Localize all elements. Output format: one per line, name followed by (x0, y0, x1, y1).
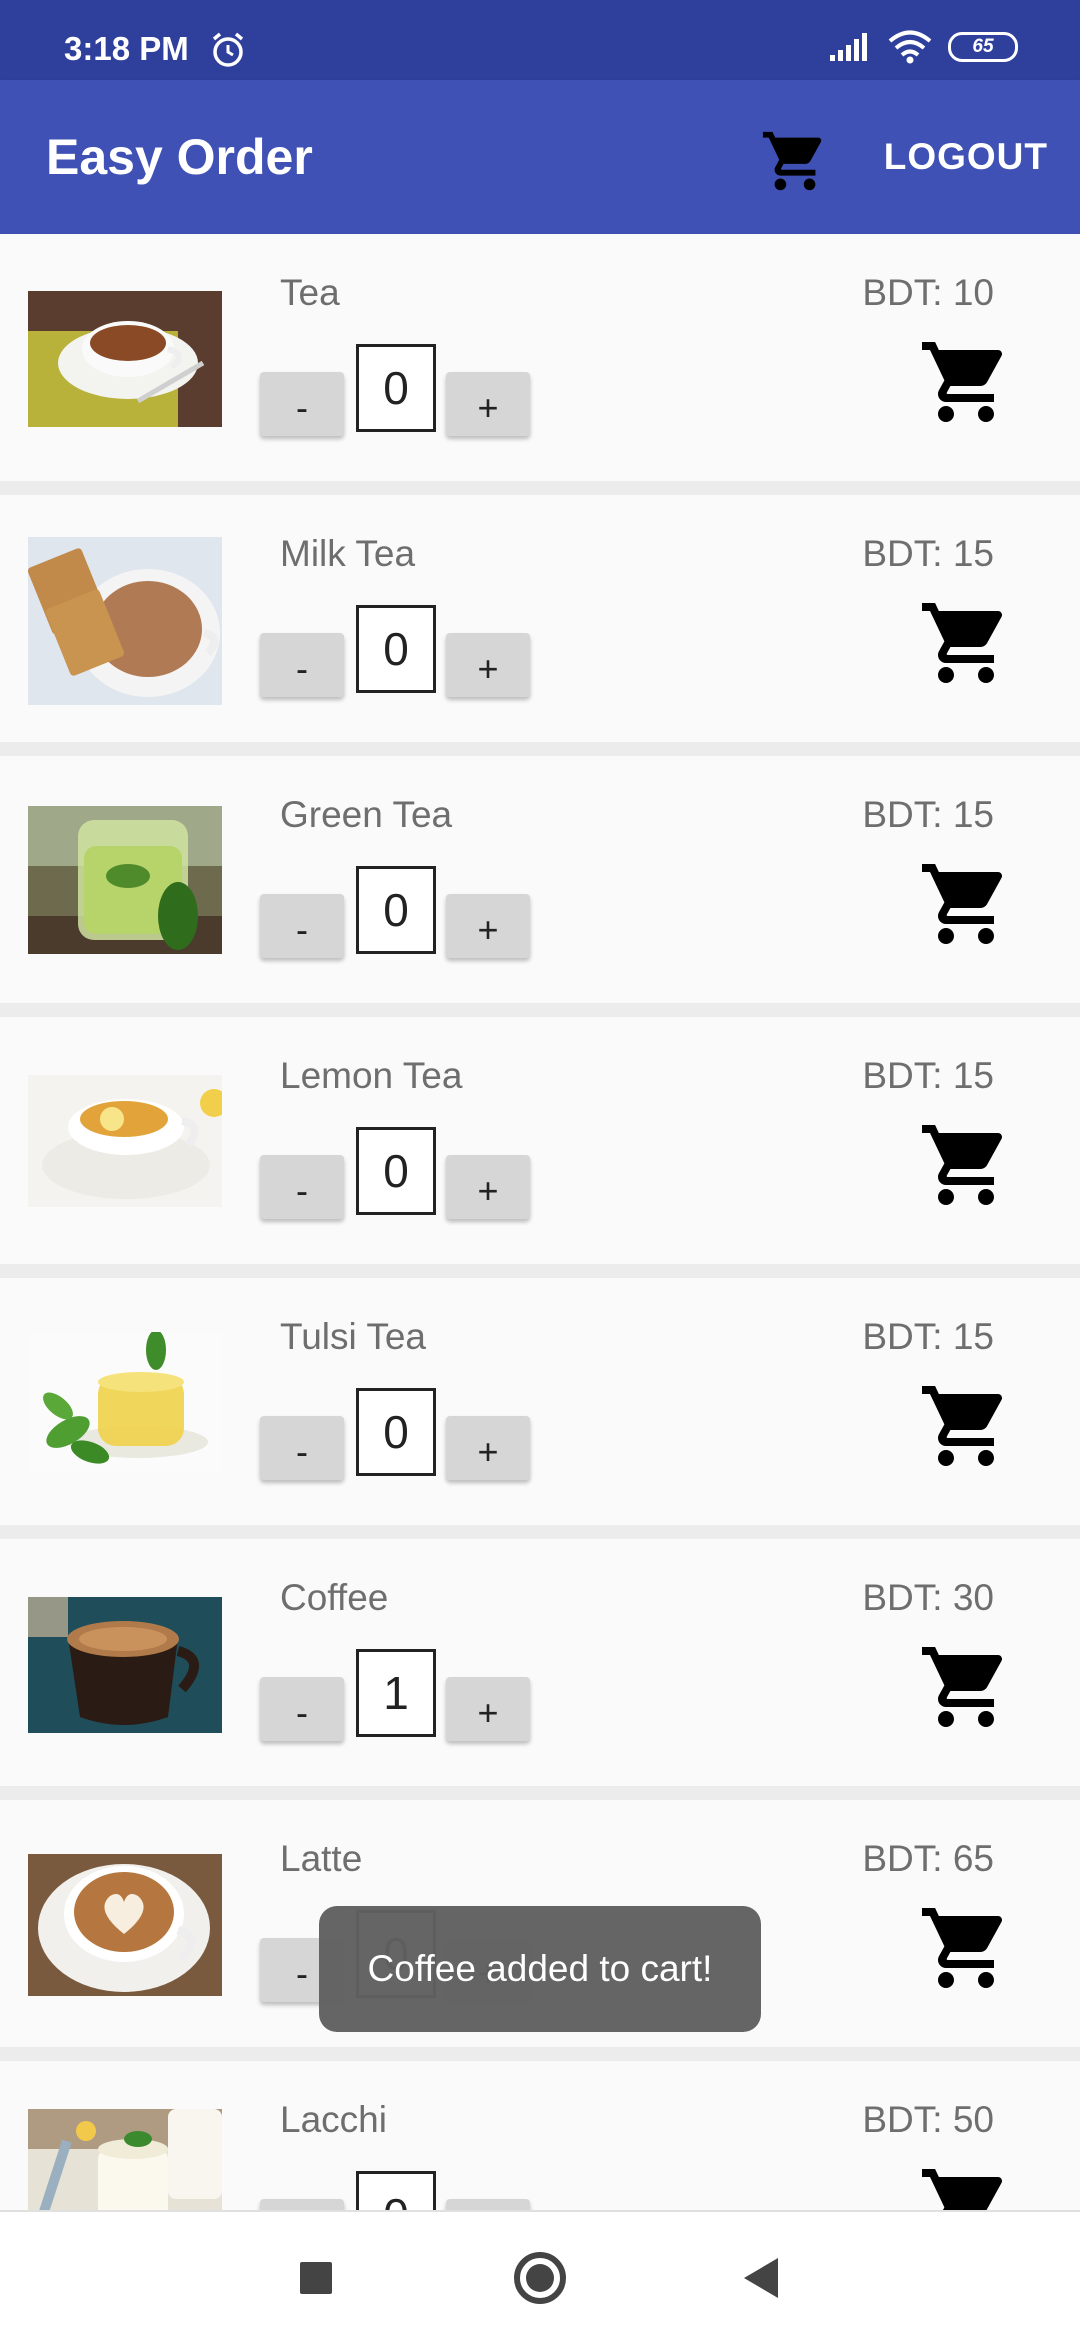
cart-icon[interactable] (918, 2161, 1014, 2210)
decrease-button[interactable]: - (260, 1677, 344, 1741)
item-price: BDT: 15 (862, 533, 994, 574)
item-name: Tulsi Tea (280, 1316, 427, 1357)
item-price: BDT: 30 (862, 1577, 994, 1618)
logout-button[interactable]: LOGOUT (884, 80, 1048, 234)
latte-image (28, 1854, 222, 1996)
status-bar: 3:18 PM 65 (0, 0, 1080, 80)
alarm-icon (212, 32, 244, 67)
cart-icon[interactable] (918, 1378, 1014, 1474)
decrease-button[interactable]: - (260, 1155, 344, 1219)
cart-icon[interactable] (918, 1900, 1014, 1996)
quantity-value[interactable]: 0 (356, 605, 436, 693)
app-title: Easy Order (46, 129, 313, 185)
increase-button[interactable]: + (446, 2199, 530, 2210)
item-name: Tea (280, 272, 340, 313)
list-item: Tulsi Tea BDT: 15 - 0 + (0, 1278, 1080, 1525)
increase-button[interactable]: + (446, 894, 530, 958)
item-name: Lemon Tea (280, 1055, 463, 1096)
list-item: Lemon Tea BDT: 15 - 0 + (0, 1017, 1080, 1264)
quantity-value[interactable]: 0 (356, 2171, 436, 2210)
decrease-button[interactable]: - (260, 2199, 344, 2210)
item-name: Milk Tea (280, 533, 416, 574)
item-name: Coffee (280, 1577, 389, 1618)
cart-icon[interactable] (918, 1639, 1014, 1735)
quantity-value[interactable]: 0 (356, 344, 436, 432)
status-time: 3:18 PM (64, 30, 189, 67)
cart-icon[interactable] (918, 1117, 1014, 1213)
item-name: Lacchi (280, 2099, 387, 2140)
increase-button[interactable]: + (446, 1416, 530, 1480)
list-item: Coffee BDT: 30 - 1 + (0, 1539, 1080, 1786)
cart-icon[interactable] (918, 595, 1014, 691)
status-icons: 65 (828, 30, 1018, 64)
item-price: BDT: 65 (862, 1838, 994, 1879)
item-price: BDT: 10 (862, 272, 994, 313)
list-item: Milk Tea BDT: 15 - 0 + (0, 495, 1080, 742)
increase-button[interactable]: + (446, 372, 530, 436)
app-screen: 3:18 PM 65 Easy Order LOGOUT Tea BDT: 10… (0, 0, 1080, 2340)
quantity-value[interactable]: 0 (356, 1127, 436, 1215)
decrease-button[interactable]: - (260, 633, 344, 697)
quantity-value[interactable]: 0 (356, 866, 436, 954)
tea-image (28, 291, 222, 427)
wifi-icon (888, 30, 932, 64)
cart-icon[interactable] (760, 126, 830, 196)
item-price: BDT: 50 (862, 2099, 994, 2140)
recents-button[interactable] (300, 2262, 332, 2294)
lacchi-image (28, 2109, 222, 2210)
item-name: Latte (280, 1838, 363, 1879)
item-name: Green Tea (280, 794, 453, 835)
list-item: Lacchi BDT: 50 - 0 + (0, 2061, 1080, 2210)
coffee-image (28, 1597, 222, 1733)
cart-icon[interactable] (918, 334, 1014, 430)
app-bar: Easy Order LOGOUT (0, 80, 1080, 234)
tulsi-tea-image (28, 1332, 222, 1472)
milk-tea-image (28, 537, 222, 705)
decrease-button[interactable]: - (260, 1416, 344, 1480)
signal-icon (830, 33, 867, 61)
toast-message: Coffee added to cart! (319, 1906, 761, 2032)
quantity-value[interactable]: 1 (356, 1649, 436, 1737)
navigation-bar (0, 2210, 1080, 2340)
item-price: BDT: 15 (862, 1316, 994, 1357)
increase-button[interactable]: + (446, 633, 530, 697)
list-item: Tea BDT: 10 - 0 + (0, 234, 1080, 481)
decrease-button[interactable]: - (260, 372, 344, 436)
green-tea-image (28, 806, 222, 954)
item-price: BDT: 15 (862, 794, 994, 835)
increase-button[interactable]: + (446, 1677, 530, 1741)
increase-button[interactable]: + (446, 1155, 530, 1219)
quantity-value[interactable]: 0 (356, 1388, 436, 1476)
cart-icon[interactable] (918, 856, 1014, 952)
list-item: Green Tea BDT: 15 - 0 + (0, 756, 1080, 1003)
item-price: BDT: 15 (862, 1055, 994, 1096)
decrease-button[interactable]: - (260, 894, 344, 958)
back-button[interactable] (744, 2258, 778, 2298)
battery-indicator: 65 (948, 32, 1018, 62)
home-button[interactable] (514, 2252, 566, 2304)
lemon-tea-image (28, 1075, 222, 1207)
